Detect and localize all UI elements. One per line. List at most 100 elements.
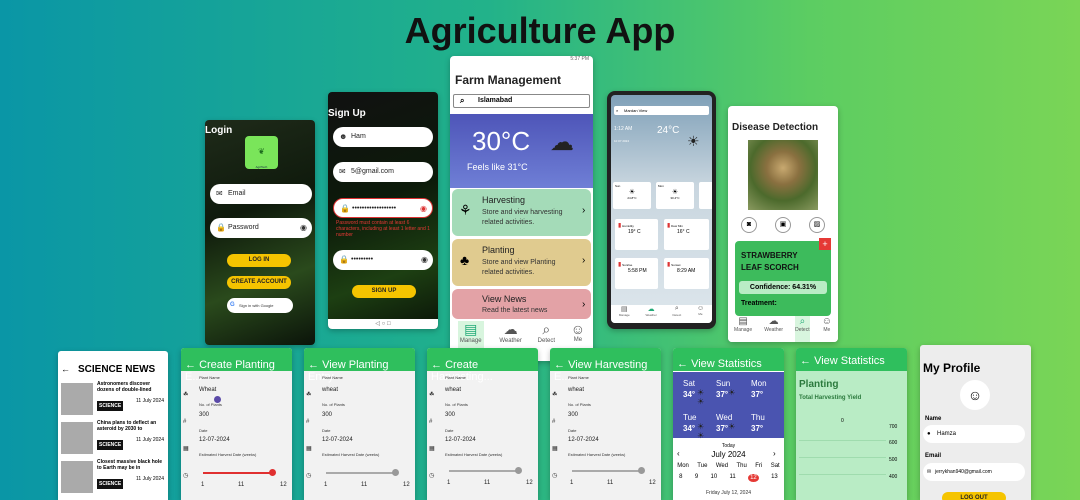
- sun-icon: ☀: [671, 189, 679, 196]
- eye-icon[interactable]: ◉: [420, 199, 427, 219]
- tile-dew[interactable]: ▮ Dew Min 16° C: [664, 219, 709, 250]
- news-item-3[interactable]: Closest massive black hole to Earth may …: [61, 459, 165, 495]
- form-screen-view-planting: ← View Planting Entry ☘ # ▦ ◷ Plant Name wh…: [304, 348, 415, 500]
- news-item-2[interactable]: China plans to deflect an asteroid by 20…: [61, 420, 165, 456]
- manage-icon: ▤: [620, 306, 628, 313]
- slider-thumb[interactable]: [269, 469, 276, 476]
- nav-me[interactable]: ☺ Me: [697, 305, 704, 323]
- plants-count-input[interactable]: 300: [199, 412, 209, 418]
- plants-count-input[interactable]: 300: [445, 412, 455, 418]
- current-temp: 24°C: [657, 125, 680, 136]
- weather-icon: ☁: [768, 316, 779, 327]
- create-account-button[interactable]: CREATE ACCOUNT: [227, 276, 291, 289]
- harvesting-card[interactable]: ⚘ Harvesting Store and view harvesting r…: [452, 189, 591, 236]
- nav-manage[interactable]: ▤ Manage: [619, 305, 630, 323]
- sun-icon: ☀: [687, 133, 700, 149]
- email-field[interactable]: ✉ Email: [210, 184, 312, 204]
- slider-thumb[interactable]: [515, 467, 522, 474]
- tile-sunrise[interactable]: ▮ Sunrise 5:58 PM: [615, 258, 658, 289]
- nav-label: Manage: [734, 327, 753, 333]
- password-field[interactable]: 🔒 Password ◉: [210, 218, 312, 238]
- confirm-password-field[interactable]: 🔒 ••••••••• ◉: [333, 250, 433, 270]
- crop-icon[interactable]: ▨: [809, 217, 825, 233]
- avatar[interactable]: ☺: [960, 380, 990, 410]
- planting-card[interactable]: ♣ Planting Store and view Planting relat…: [452, 239, 591, 286]
- news-item-1[interactable]: Astronomers discover dozens of double-li…: [61, 381, 165, 417]
- plant-name-value: wheat: [568, 387, 585, 393]
- farm-screen: 5:37 PM Farm Management ⌕ Islamabad 30°C …: [450, 56, 593, 361]
- login-screen: Login ❦ AgriTech ✉ Email 🔒 Password ◉ LOG I…: [205, 120, 315, 345]
- name-field[interactable]: ● Hamza: [923, 425, 1025, 443]
- nav-label: Manage: [459, 338, 482, 344]
- weather-card[interactable]: 30°C Feels like 31°C ☁: [450, 114, 593, 188]
- back-arrow-icon[interactable]: ←: [554, 359, 565, 371]
- form-side-icons: ☘ # ▦ ◷: [552, 392, 558, 479]
- nav-detect[interactable]: ⌕ Detect: [795, 316, 810, 342]
- login-button[interactable]: LOG IN: [227, 254, 291, 267]
- signup-password-field[interactable]: 🔒 •••••••••••••••••• ◉: [333, 198, 433, 218]
- date-row[interactable]: 8 9 10 11 12 13: [673, 474, 784, 482]
- nav-weather[interactable]: ☁ Weather: [764, 316, 783, 342]
- news-card[interactable]: View News Read the latest news ›: [452, 289, 591, 319]
- tick-mid: 11: [484, 480, 491, 486]
- nav-me[interactable]: ☺ Me: [822, 316, 832, 342]
- password-error: Password must contain at least 6 charact…: [336, 220, 430, 238]
- chevron-right-icon: ›: [582, 255, 586, 266]
- field-label: Plant Name: [199, 375, 220, 380]
- manage-icon: ▤: [738, 316, 748, 327]
- treatment-label: Treatment:: [741, 300, 777, 307]
- next-month-icon[interactable]: ›: [773, 449, 776, 458]
- plants-count-value: 300: [322, 412, 333, 418]
- news-title: View News: [482, 294, 527, 304]
- gallery-icon[interactable]: ▣: [775, 217, 791, 233]
- email-field[interactable]: ✉ jerrykhan940@gmail.com: [923, 463, 1025, 481]
- lock-icon: 🔒: [339, 255, 349, 264]
- tick-mid: 11: [238, 482, 245, 488]
- back-arrow-icon[interactable]: ←: [185, 359, 196, 371]
- selected-date: Friday July 12, 2024: [705, 490, 752, 496]
- date-input[interactable]: 12-07-2024: [445, 437, 476, 443]
- signup-email-field[interactable]: ✉ 5@gmail.com: [333, 162, 433, 182]
- y-tick-500: 500: [889, 457, 898, 463]
- nav-detect[interactable]: ⌕ Detect: [673, 305, 682, 323]
- app-bar: ← View Statistics: [673, 348, 784, 371]
- search-bar[interactable]: ⌕ Islamabad: [453, 94, 590, 108]
- date-value: 12-07-2024: [322, 437, 353, 443]
- eye-icon[interactable]: ◉: [421, 250, 428, 270]
- harvest-slider-track[interactable]: [449, 470, 521, 472]
- weather-screen: ⌕ Mardan View 1:12 AM 10 07 2024 24°C ☀ S…: [607, 91, 716, 329]
- detect-icon: ⌕: [799, 316, 806, 327]
- stats-chart-screen: ← View Statistics Planting Total Harvest…: [796, 348, 907, 500]
- news-tag: SCIENCE: [97, 401, 124, 411]
- current-time: 1:12 AM: [614, 126, 633, 132]
- slider-thumb: [638, 467, 645, 474]
- logout-button[interactable]: LOG OUT: [942, 492, 1006, 500]
- date-input[interactable]: 12-07-2024: [199, 437, 230, 443]
- back-arrow-icon[interactable]: ←: [308, 359, 319, 371]
- tile-label: Sunset: [671, 263, 681, 267]
- camera-icon[interactable]: ◙: [741, 217, 757, 233]
- google-signin-button[interactable]: G Sign in with Google: [227, 298, 293, 313]
- sun-icon: ☀: [628, 189, 636, 196]
- tile-sunset[interactable]: ▮ Sunset 8:29 AM: [664, 258, 709, 289]
- day-card-1[interactable]: Sun ☀ 24.8°C: [613, 182, 651, 209]
- back-arrow-icon[interactable]: ←: [800, 355, 811, 367]
- plant-name-input[interactable]: wheat: [445, 387, 461, 393]
- day-card-2[interactable]: Mon ☀ 30.4°C: [656, 182, 694, 209]
- signup-button[interactable]: SIGN UP: [352, 285, 416, 298]
- day-card-3[interactable]: [699, 182, 712, 209]
- tick-min: 1: [201, 482, 205, 488]
- tile-humidity[interactable]: ▮ Humidity 19° C: [615, 219, 658, 250]
- name-field[interactable]: ☻ Ham: [333, 127, 433, 147]
- prev-month-icon[interactable]: ‹: [677, 449, 680, 458]
- eye-icon[interactable]: ◉: [300, 218, 307, 238]
- nav-weather[interactable]: ☁ Weather: [645, 305, 656, 323]
- back-arrow-icon[interactable]: ←: [61, 364, 70, 374]
- location-input[interactable]: ⌕ Mardan View: [614, 106, 709, 115]
- back-arrow-icon[interactable]: ←: [677, 358, 688, 370]
- nav-manage[interactable]: ▤ Manage: [734, 316, 752, 342]
- harvest-slider-track[interactable]: [203, 472, 275, 474]
- back-arrow-icon[interactable]: ←: [431, 359, 442, 371]
- plant-name-input[interactable]: Wheat: [199, 387, 216, 393]
- disease-screen: Disease Detection ◙ ▣ ▨ STRAWBERRY LEAF …: [728, 106, 838, 342]
